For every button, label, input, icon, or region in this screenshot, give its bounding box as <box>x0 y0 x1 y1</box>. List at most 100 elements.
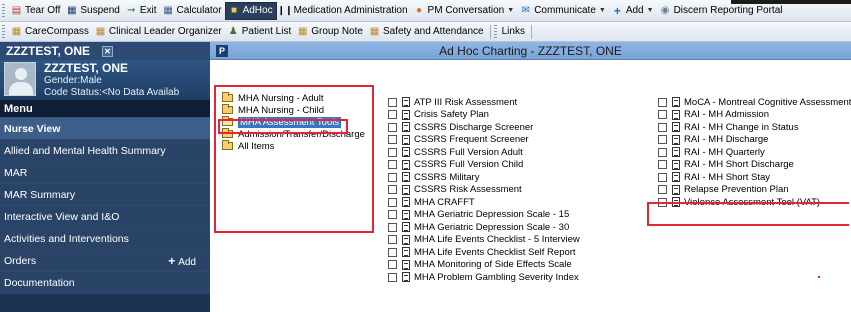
form-checkbox[interactable] <box>658 122 667 132</box>
form-checkbox[interactable] <box>388 222 397 232</box>
safety-and-attendance-button[interactable]: ▦ Safety and Attendance <box>366 23 487 41</box>
suspend-button[interactable]: ▦ Suspend <box>63 2 122 20</box>
form-label: CSSRS Full Version Child <box>414 159 524 171</box>
form-list-item[interactable]: MHA Geriatric Depression Scale - 30 <box>388 221 580 234</box>
form-list-item[interactable]: MHA Monitoring of Side Effects Scale <box>388 259 580 272</box>
form-checkbox[interactable] <box>388 172 397 182</box>
patient-gender: Gender:Male <box>44 75 102 86</box>
menu-item-nurse-view[interactable]: Nurse View <box>0 118 210 140</box>
form-checkbox[interactable] <box>658 110 667 120</box>
form-checkbox[interactable] <box>658 185 667 195</box>
menu-item-interactive-view[interactable]: Interactive View and I&O <box>0 206 210 228</box>
clinical-leader-organizer-button[interactable]: ▦ Clinical Leader Organizer <box>92 23 225 41</box>
form-list-item[interactable]: MHA Geriatric Depression Scale - 15 <box>388 209 580 222</box>
medication-administration-button[interactable]: ❙❙ Medication Administration <box>277 2 411 20</box>
form-checkbox[interactable] <box>658 135 667 145</box>
discern-reporting-portal-button[interactable]: ◉ Discern Reporting Portal <box>657 2 786 20</box>
menu-item-label: Interactive View and I&O <box>4 210 120 223</box>
patient-tab[interactable]: ZZZTEST, ONE ✕ <box>0 42 210 60</box>
form-label: RAI - MH Short Stay <box>684 171 771 183</box>
form-checkbox[interactable] <box>658 172 667 182</box>
patient-code-status: Code Status:<No Data Availab <box>44 87 180 98</box>
form-checkbox[interactable] <box>388 260 397 270</box>
document-icon <box>672 122 680 133</box>
calculator-button[interactable]: ▦ Calculator <box>160 2 225 20</box>
highlight-box-folders <box>214 85 374 233</box>
toolbar-grip[interactable] <box>2 3 5 18</box>
close-icon[interactable]: ✕ <box>102 45 113 57</box>
chevron-down-icon[interactable]: ▼ <box>599 7 606 14</box>
form-checkbox[interactable] <box>388 122 397 132</box>
add-button[interactable]: + Add ▼ <box>609 2 657 20</box>
form-checkbox[interactable] <box>388 247 397 257</box>
pm-conversation-button[interactable]: ● PM Conversation ▼ <box>411 2 518 20</box>
carecompass-button[interactable]: ▦ CareCompass <box>8 23 92 41</box>
carecompass-label: CareCompass <box>25 26 89 37</box>
form-checkbox[interactable] <box>388 210 397 220</box>
links-button[interactable]: Links <box>500 23 528 41</box>
form-list-item[interactable]: Relapse Prevention Plan <box>658 184 851 197</box>
form-list-item[interactable]: MHA Problem Gambling Severity Index <box>388 271 580 284</box>
menu-item-mar[interactable]: MAR <box>0 162 210 184</box>
menu-item-documentation[interactable]: Documentation <box>0 272 210 294</box>
form-label: RAI - MH Quarterly <box>684 146 765 158</box>
patient-name: ZZZTEST, ONE <box>44 62 128 75</box>
form-checkbox[interactable] <box>658 97 667 107</box>
add-order-button[interactable]: + Add <box>168 254 196 268</box>
secondary-toolbar: ▦ CareCompass ▦ Clinical Leader Organize… <box>0 22 851 42</box>
form-list-item[interactable]: MHA CRAFFT <box>388 196 580 209</box>
form-checkbox[interactable] <box>388 185 397 195</box>
form-list-item[interactable]: Crisis Safety Plan <box>388 109 580 122</box>
form-checkbox[interactable] <box>388 197 397 207</box>
patient-list-button[interactable]: ♟ Patient List <box>225 23 294 41</box>
form-checkbox[interactable] <box>388 147 397 157</box>
form-list-item[interactable]: CSSRS Full Version Adult <box>388 146 580 159</box>
form-checkbox[interactable] <box>658 147 667 157</box>
highlight-box-vat <box>647 202 849 226</box>
form-list-item[interactable]: ATP III Risk Assessment <box>388 96 580 109</box>
group-note-button[interactable]: ▦ Group Note <box>294 23 366 41</box>
form-list-item[interactable]: RAI - MH Admission <box>658 109 851 122</box>
portal-icon: ◉ <box>660 4 670 16</box>
form-list-item[interactable]: CSSRS Full Version Child <box>388 159 580 172</box>
chevron-down-icon[interactable]: ▼ <box>507 7 514 14</box>
form-list-item[interactable]: CSSRS Frequent Screener <box>388 134 580 147</box>
chevron-down-icon[interactable]: ▼ <box>647 7 654 14</box>
form-checkbox[interactable] <box>388 160 397 170</box>
form-checkbox[interactable] <box>388 97 397 107</box>
tear-off-button[interactable]: ▤ Tear Off <box>8 2 63 20</box>
suspend-icon: ▦ <box>67 4 77 16</box>
form-list-item[interactable]: CSSRS Military <box>388 171 580 184</box>
menu-item-allied-mental-health-summary[interactable]: Allied and Mental Health Summary <box>0 140 210 162</box>
adhoc-button[interactable]: ■ AdHoc <box>224 1 277 20</box>
form-checkbox[interactable] <box>658 160 667 170</box>
form-checkbox[interactable] <box>388 110 397 120</box>
form-list-item[interactable]: MHA Life Events Checklist Self Report <box>388 246 580 259</box>
form-list-item[interactable]: MoCA - Montreal Cognitive Assessment <box>658 96 851 109</box>
form-checkbox[interactable] <box>388 135 397 145</box>
group-note-label: Group Note <box>311 26 363 37</box>
form-list-item[interactable]: RAI - MH Change in Status <box>658 121 851 134</box>
form-list-item[interactable]: RAI - MH Quarterly <box>658 146 851 159</box>
menu-item-mar-summary[interactable]: MAR Summary <box>0 184 210 206</box>
document-icon <box>672 97 680 108</box>
toolbar-grip[interactable] <box>2 24 5 39</box>
exit-button[interactable]: ➞ Exit <box>123 2 160 20</box>
form-list-item[interactable]: CSSRS Discharge Screener <box>388 121 580 134</box>
suspend-label: Suspend <box>80 5 120 16</box>
form-list-item[interactable]: RAI - MH Short Discharge <box>658 159 851 172</box>
document-icon <box>672 134 680 145</box>
form-list-item[interactable]: RAI - MH Discharge <box>658 134 851 147</box>
menu-item-activities-interventions[interactable]: Activities and Interventions <box>0 228 210 250</box>
menu-item-orders[interactable]: Orders + Add <box>0 250 210 272</box>
plus-icon: + <box>168 253 176 268</box>
toolbar-grip[interactable] <box>493 24 497 39</box>
communicate-button[interactable]: ✉ Communicate ▼ <box>517 2 609 20</box>
adhoc-icon: ■ <box>231 4 238 16</box>
form-checkbox[interactable] <box>388 272 397 282</box>
form-list-item[interactable]: CSSRS Risk Assessment <box>388 184 580 197</box>
form-list-item[interactable]: RAI - MH Short Stay <box>658 171 851 184</box>
menu-header: Menu <box>0 100 210 118</box>
form-list-item[interactable]: MHA Life Events Checklist - 5 Interview <box>388 234 580 247</box>
form-checkbox[interactable] <box>388 235 397 245</box>
